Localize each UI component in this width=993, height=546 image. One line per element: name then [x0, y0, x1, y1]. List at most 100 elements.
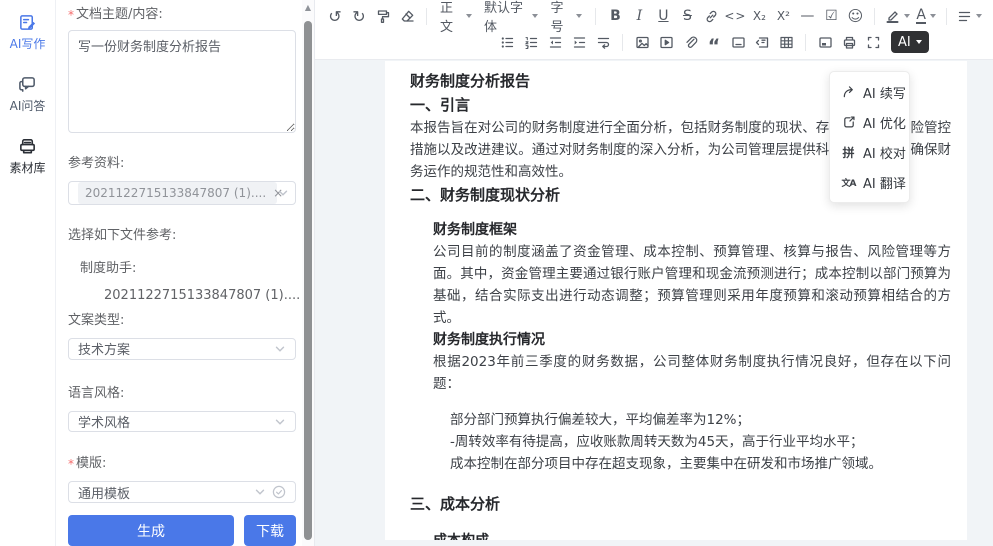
fullscreen-icon[interactable] — [861, 31, 885, 53]
print-icon[interactable] — [837, 31, 861, 53]
scrollbar-up-arrow[interactable]: ▲ — [305, 3, 311, 13]
toolbar-divider — [595, 8, 596, 25]
italic-icon[interactable]: I — [627, 5, 651, 27]
editor-area: ↺ ↻ 正文 默认字体 字号 B I U S — [315, 0, 993, 546]
toolbar-row-2: “ AI — [323, 29, 985, 55]
reference-tag: 2021122715133847807 (1).... × — [78, 182, 277, 204]
reference-select[interactable]: 2021122715133847807 (1).... × — [68, 181, 296, 205]
menu-item-ai-continue[interactable]: AI 续写 — [830, 77, 909, 107]
sidebar-item-label: AI写作 — [10, 35, 46, 52]
required-asterisk: * — [68, 455, 74, 473]
doc-subheading-framework: 财务制度框架 — [433, 219, 951, 241]
emoji-icon[interactable]: ☺ — [843, 5, 867, 27]
sidebar-item-material-library[interactable]: 素材库 — [9, 136, 45, 176]
indent-icon[interactable] — [567, 31, 591, 53]
outdent-icon[interactable] — [543, 31, 567, 53]
undo-icon[interactable]: ↺ — [323, 5, 347, 27]
doc-paragraph-framework: 公司目前的制度涵盖了资金管理、成本控制、预算管理、核算与报告、风险管理等方面。其… — [433, 241, 951, 329]
caret-down-icon — [466, 14, 472, 18]
form-actions: 生成 下载 — [68, 515, 296, 546]
file-reference-label: 选择如下文件参考: — [68, 227, 296, 245]
highlight-pen-icon — [885, 9, 900, 24]
ai-continue-icon — [841, 85, 856, 100]
copy-type-label: 文案类型: — [68, 312, 296, 330]
download-button[interactable]: 下载 — [244, 515, 296, 546]
embed-window-icon[interactable] — [813, 31, 837, 53]
ai-optimize-icon — [841, 115, 856, 130]
toolbar-divider — [874, 8, 875, 25]
caret-down-icon — [904, 14, 910, 18]
copy-type-select[interactable]: 技术方案 — [68, 338, 296, 360]
text-wrap-icon[interactable] — [591, 31, 615, 53]
highlight-color-picker[interactable] — [882, 5, 913, 27]
inline-code-icon[interactable]: <> — [723, 5, 747, 27]
doc-issue-item: -周转效率有待提高，应收账款周转天数为45天，高于行业平均水平； — [450, 431, 951, 453]
code-block-icon[interactable] — [750, 31, 774, 53]
font-color-picker[interactable]: A — [913, 5, 939, 27]
toolbar-divider — [805, 34, 806, 51]
ai-writing-icon — [18, 12, 38, 32]
scrollbar-thumb[interactable] — [304, 21, 312, 540]
sidebar-item-ai-qa[interactable]: AI问答 — [10, 74, 46, 114]
topic-textarea[interactable]: 写一份财务制度分析报告 — [68, 30, 296, 133]
language-style-label: 语言风格: — [68, 385, 296, 403]
chevron-down-icon — [274, 343, 286, 355]
template-select[interactable]: 通用模板 — [68, 481, 296, 503]
toolbar-row-1: ↺ ↻ 正文 默认字体 字号 B I U S — [323, 3, 985, 29]
required-asterisk: * — [68, 6, 74, 24]
doc-issue-item: 部分部门预算执行偏差较大，平均偏差率为12%； — [450, 409, 951, 431]
text-align-picker[interactable] — [954, 5, 985, 27]
paragraph-style-select[interactable]: 正文 — [434, 5, 478, 27]
toolbar-divider — [946, 8, 947, 25]
superscript-icon[interactable]: X² — [771, 5, 795, 27]
doc-heading-cost-analysis: 三、成本分析 — [410, 493, 951, 516]
ai-tools-button[interactable]: AI — [891, 31, 929, 53]
caret-down-icon — [930, 14, 936, 18]
clear-format-eraser-icon[interactable] — [395, 5, 419, 27]
strikethrough-icon[interactable]: S — [675, 5, 699, 27]
material-library-icon — [17, 136, 37, 156]
doc-issue-item: 成本控制在部分项目中存在超支现象，主要集中在研发和市场推广领域。 — [450, 453, 951, 475]
bullet-list-icon[interactable] — [495, 31, 519, 53]
subscript-icon[interactable]: X₂ — [747, 5, 771, 27]
panel-scrollbar: ▲ — [302, 0, 315, 546]
task-checkbox-icon[interactable]: ☑ — [819, 5, 843, 27]
menu-item-ai-proofread[interactable]: 拼 AI 校对 — [830, 137, 909, 167]
reference-file-name: 2021122715133847807 (1).... — [104, 288, 300, 303]
format-painter-icon[interactable] — [371, 5, 395, 27]
chevron-down-icon — [277, 187, 289, 199]
font-size-select[interactable]: 字号 — [544, 5, 588, 27]
insert-video-icon[interactable] — [654, 31, 678, 53]
redo-icon[interactable]: ↻ — [347, 5, 371, 27]
menu-item-ai-translate[interactable]: 文A AI 翻译 — [830, 167, 909, 197]
reference-label: 参考资料: — [68, 155, 296, 173]
ai-proofread-icon: 拼 — [841, 145, 856, 160]
font-family-select[interactable]: 默认字体 — [478, 5, 544, 27]
insert-image-icon[interactable] — [630, 31, 654, 53]
ai-writing-form-panel: * 文档主题/内容: 写一份财务制度分析报告 参考资料: 20211227151… — [56, 0, 302, 546]
toolbar-divider — [426, 8, 427, 25]
language-style-select[interactable]: 学术风格 — [68, 411, 296, 433]
underline-icon[interactable]: U — [651, 5, 675, 27]
attachment-icon[interactable] — [678, 31, 702, 53]
doc-subheading-execution: 财务制度执行情况 — [433, 329, 951, 351]
link-icon[interactable] — [699, 5, 723, 27]
bold-icon[interactable]: B — [603, 5, 627, 27]
align-left-icon — [957, 9, 972, 24]
divider-block-icon[interactable] — [726, 31, 750, 53]
blockquote-icon[interactable]: “ — [702, 31, 726, 53]
menu-item-ai-optimize[interactable]: AI 优化 — [830, 107, 909, 137]
reference-file-row: 2021122715133847807 (1).... — [68, 288, 296, 303]
toolbar-divider — [622, 34, 623, 51]
chevron-down-icon — [274, 416, 286, 428]
horizontal-rule-icon[interactable]: — — [795, 5, 819, 27]
ordered-list-icon[interactable] — [519, 31, 543, 53]
sidebar-item-label: 素材库 — [9, 159, 45, 176]
sidebar-item-label: AI问答 — [10, 97, 46, 114]
insert-table-icon[interactable] — [774, 31, 798, 53]
generate-button[interactable]: 生成 — [68, 515, 234, 546]
chevron-down-icon — [254, 486, 266, 498]
editor-toolbar: ↺ ↻ 正文 默认字体 字号 B I U S — [315, 0, 993, 60]
ai-qa-icon — [18, 74, 38, 94]
sidebar-item-ai-writing[interactable]: AI写作 — [10, 12, 46, 52]
